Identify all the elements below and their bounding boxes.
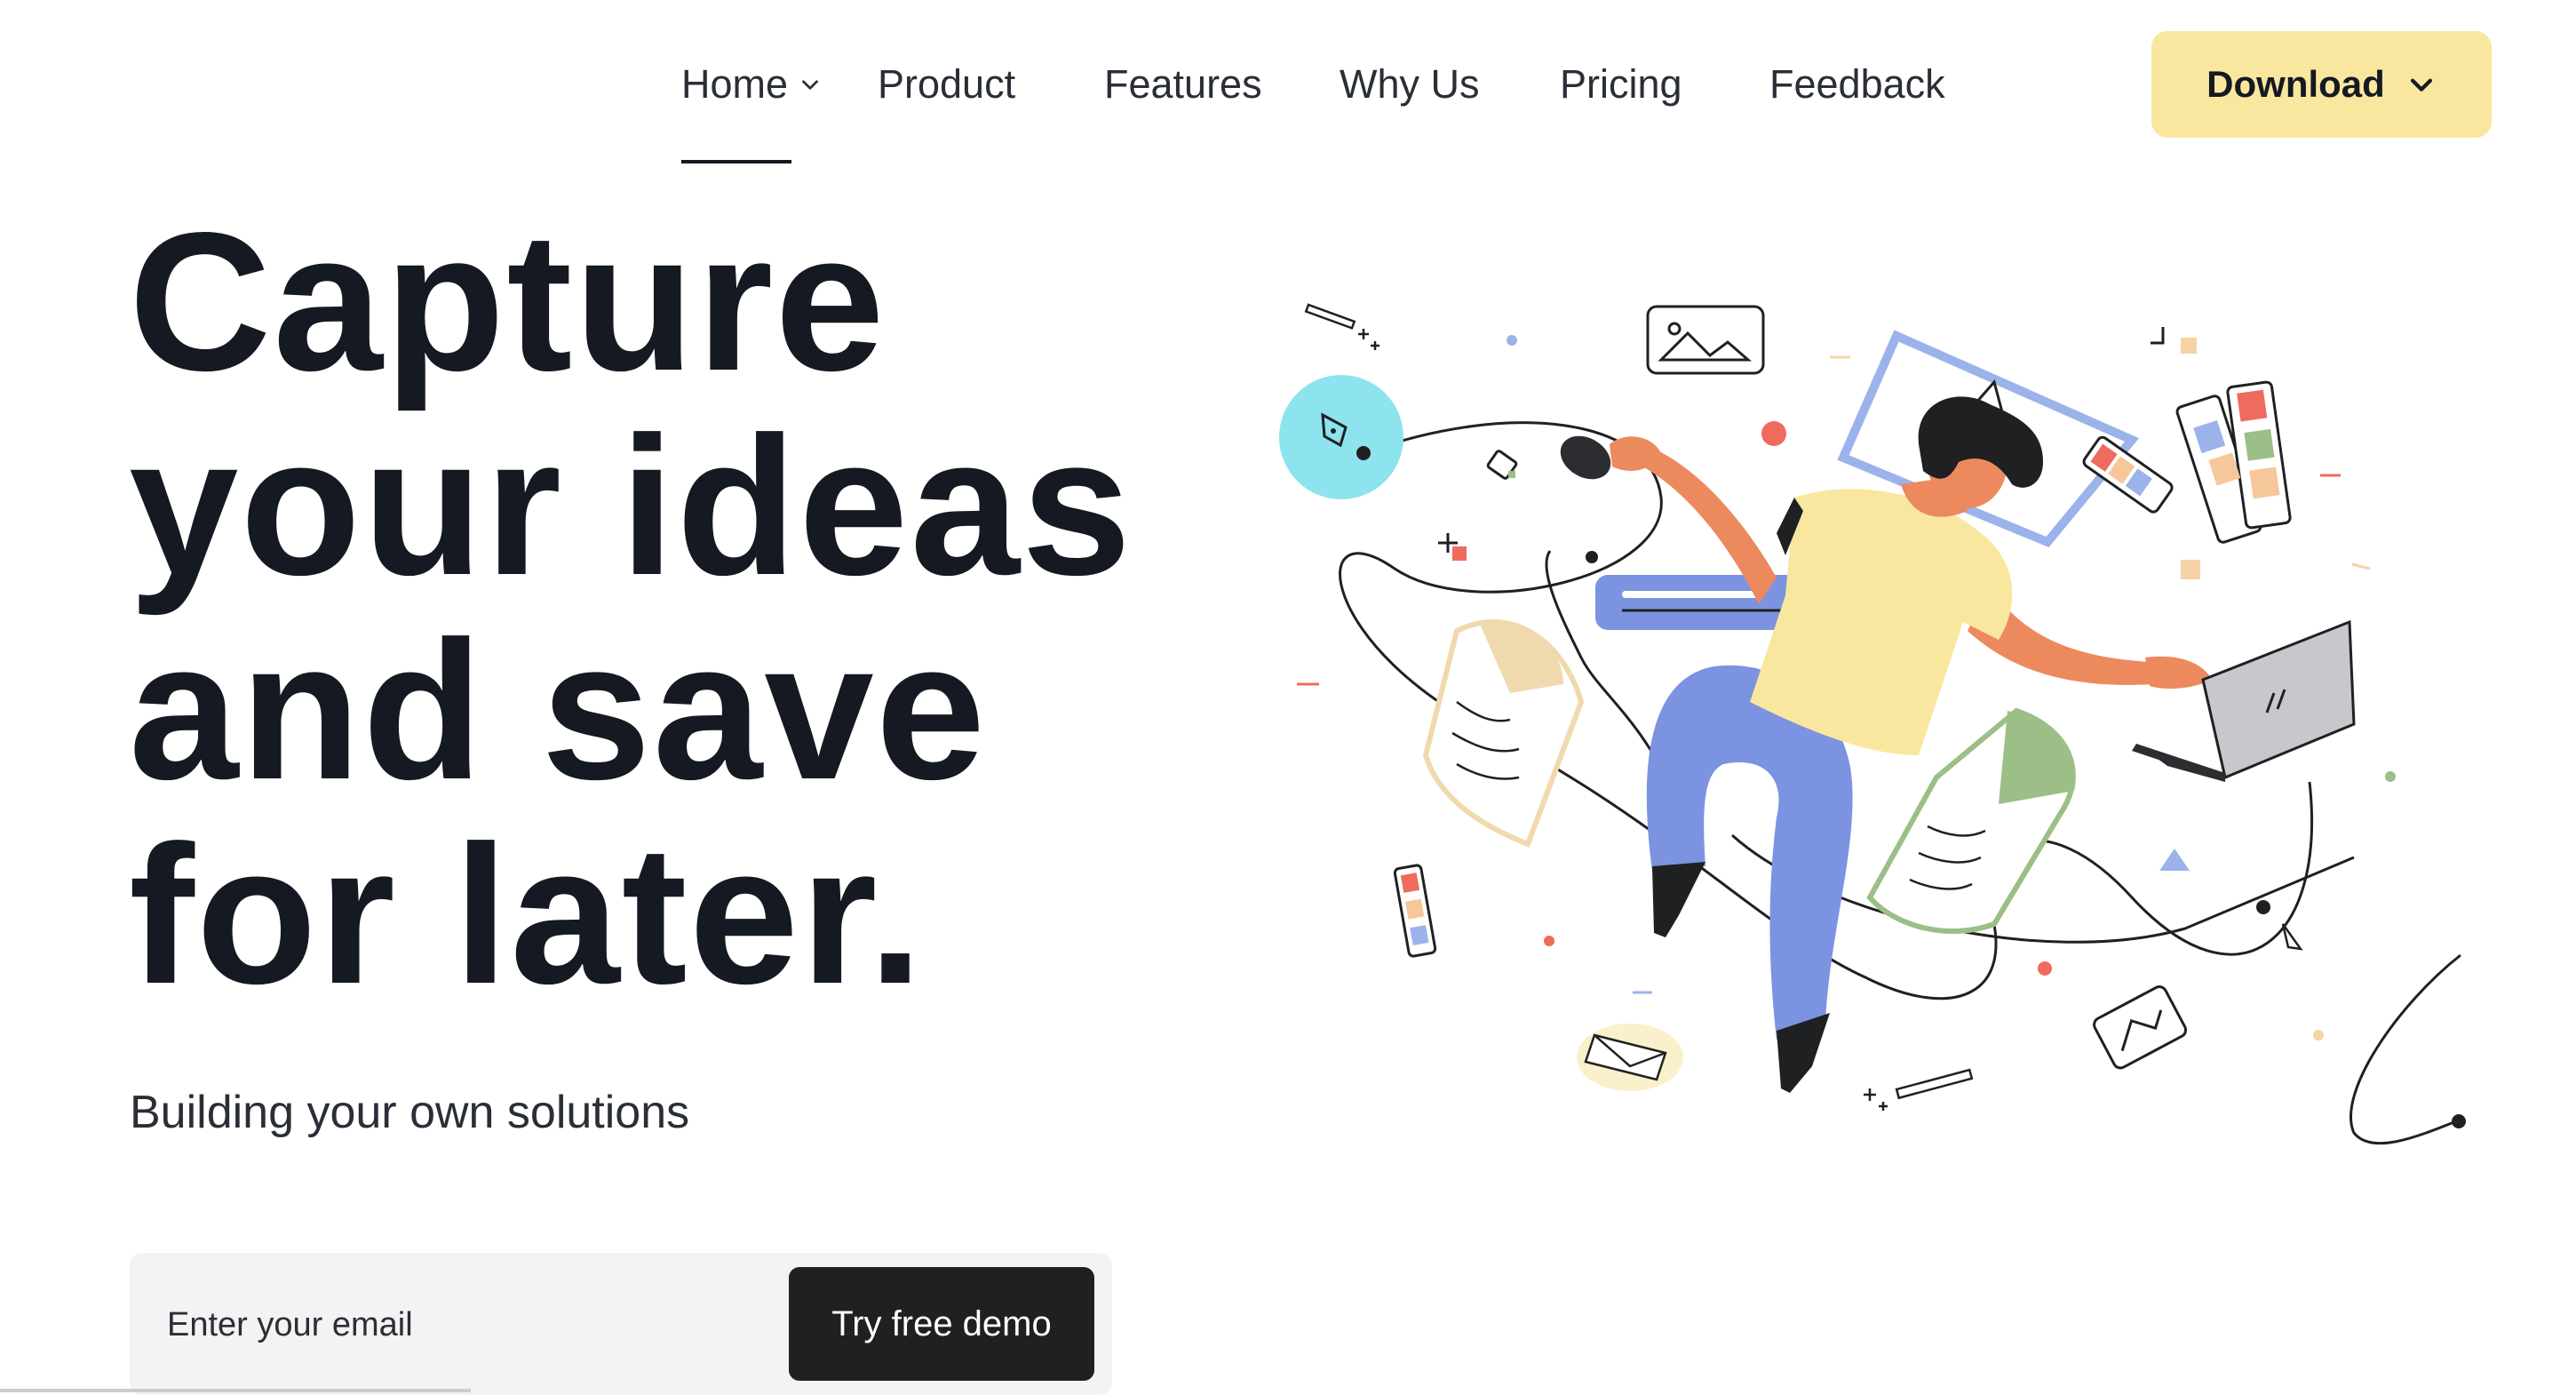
email-signup-form: Try free demo xyxy=(130,1253,1112,1395)
decor-dot xyxy=(2038,961,2052,976)
decor-triangle xyxy=(2159,849,2190,871)
cursor-arrow-icon xyxy=(2281,923,2303,951)
hero-title-line-4: for later. xyxy=(129,805,925,1025)
hero-title-line-3: and save xyxy=(129,601,988,821)
chevron-down-icon xyxy=(802,80,818,90)
color-swatch-icon xyxy=(2175,380,2292,544)
decor-square xyxy=(2181,560,2200,579)
pencil-doodle xyxy=(1304,303,1379,350)
page-scroll-indicator xyxy=(0,1389,471,1392)
download-button-label: Download xyxy=(2206,63,2385,105)
decor-dot xyxy=(1761,421,1786,446)
person-figure xyxy=(1560,396,2212,1093)
laptop-icon xyxy=(2132,619,2356,782)
photo-card-icon xyxy=(2093,985,2188,1070)
decor-dot xyxy=(1508,471,1515,478)
email-field[interactable] xyxy=(165,1279,862,1370)
nav-item-product[interactable]: Product xyxy=(878,53,1015,116)
decor-dot xyxy=(1544,936,1554,946)
nav-item-why-us[interactable]: Why Us xyxy=(1340,53,1480,116)
decor-square xyxy=(2181,338,2197,354)
decor-plus xyxy=(2151,327,2165,345)
hero-subtitle: Building your own solutions xyxy=(130,1087,690,1138)
hero-title-line-2: your ideas xyxy=(129,396,1133,617)
decor-square xyxy=(1452,546,1467,561)
orbit-line-3 xyxy=(2349,953,2461,1145)
decor-dot xyxy=(2313,1030,2324,1040)
pen-tool-bubble xyxy=(1279,375,1403,499)
pencil-doodle-bottom xyxy=(1864,1068,1974,1111)
nav-item-home[interactable]: Home xyxy=(681,53,822,116)
envelope-icon xyxy=(1577,1024,1683,1091)
nav-item-home-label: Home xyxy=(681,61,789,107)
image-frame-icon xyxy=(1646,305,1765,375)
vertical-swatch-icon xyxy=(1393,864,1437,958)
document-paper-left xyxy=(1422,619,1585,848)
decor-dash xyxy=(2351,562,2371,570)
orbit-node xyxy=(1356,446,1371,460)
orbit-node xyxy=(2452,1114,2466,1128)
nav-item-pricing[interactable]: Pricing xyxy=(1560,53,1682,116)
decor-dot xyxy=(2385,771,2396,782)
hero-title-line-1: Capture xyxy=(129,192,886,412)
orbit-node xyxy=(2256,900,2270,914)
hero-title: Capture your ideas and save for later. xyxy=(129,200,1133,1017)
nav-item-features[interactable]: Features xyxy=(1104,53,1262,116)
nav-active-indicator xyxy=(681,160,791,163)
top-navigation: Home Product Features Why Us Pricing Fee… xyxy=(0,0,2576,169)
download-button[interactable]: Download xyxy=(2151,31,2492,138)
hero-illustration xyxy=(1279,303,2466,1145)
try-free-demo-button[interactable]: Try free demo xyxy=(789,1267,1094,1381)
orbit-node xyxy=(1586,551,1598,563)
nav-item-feedback[interactable]: Feedback xyxy=(1769,53,1945,116)
chevron-down-icon xyxy=(2410,78,2432,92)
decor-dot xyxy=(1507,335,1517,346)
